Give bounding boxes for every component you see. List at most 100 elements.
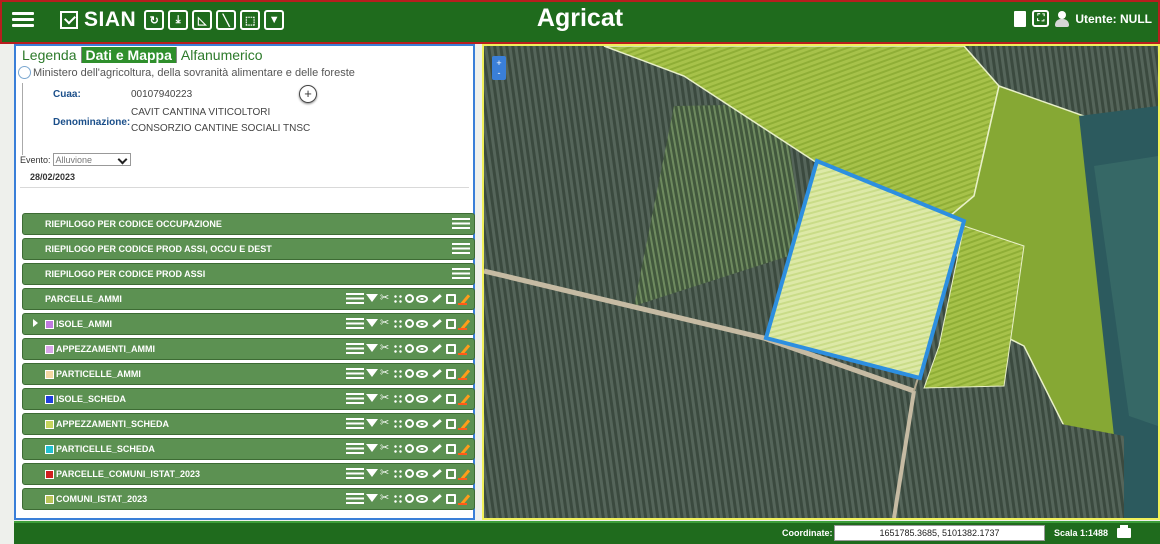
cut-icon[interactable]: ✂	[380, 317, 391, 330]
tab-legenda[interactable]: Legenda	[18, 47, 81, 63]
zoom-out-button[interactable]: -	[492, 68, 506, 78]
edit-icon[interactable]	[458, 493, 470, 505]
zoom-in-button[interactable]: +	[492, 58, 506, 68]
filter-icon[interactable]	[366, 368, 378, 377]
zoom-icon[interactable]	[405, 294, 414, 303]
visibility-icon[interactable]	[416, 419, 428, 428]
grid-icon[interactable]	[393, 443, 403, 454]
zoom-icon[interactable]	[405, 344, 414, 353]
grid-icon[interactable]	[393, 468, 403, 479]
cut-icon[interactable]: ✂	[380, 467, 391, 480]
zoom-icon[interactable]	[405, 419, 414, 428]
add-button[interactable]: +	[299, 85, 317, 103]
list-icon[interactable]	[452, 267, 470, 280]
triangle-tool-button[interactable]: ◺	[192, 10, 213, 30]
list-icon[interactable]	[346, 317, 364, 330]
layer-row[interactable]: ISOLE_SCHEDA ✂	[22, 388, 475, 410]
user-icon[interactable]	[1055, 10, 1070, 27]
edit-icon[interactable]	[458, 368, 470, 380]
edit-icon[interactable]	[458, 293, 470, 305]
grid-icon[interactable]	[393, 293, 403, 304]
zoom-icon[interactable]	[405, 369, 414, 378]
list-icon[interactable]	[452, 217, 470, 230]
list-icon[interactable]	[346, 417, 364, 430]
cut-icon[interactable]: ✂	[380, 492, 391, 505]
filter-icon[interactable]	[366, 293, 378, 302]
tab-alfanumerico[interactable]: Alfanumerico	[175, 47, 267, 63]
visibility-icon[interactable]	[416, 444, 428, 453]
cut-icon[interactable]: ✂	[380, 392, 391, 405]
note-icon[interactable]	[446, 393, 456, 404]
layer-row[interactable]: APPEZZAMENTI_SCHEDA ✂	[22, 413, 475, 435]
download-tool-button[interactable]: ⤓	[168, 10, 189, 30]
layer-row[interactable]: RIEPILOGO PER CODICE PROD ASSI	[22, 263, 475, 285]
list-icon[interactable]	[452, 242, 470, 255]
layer-row[interactable]: PARCELLE_COMUNI_ISTAT_2023 ✂	[22, 463, 475, 485]
visibility-icon[interactable]	[416, 494, 428, 503]
filter-icon[interactable]	[366, 418, 378, 427]
filter-icon[interactable]	[366, 468, 378, 477]
style-icon[interactable]	[432, 444, 442, 453]
zoom-control[interactable]: + -	[492, 56, 506, 80]
cut-icon[interactable]: ✂	[380, 342, 391, 355]
zoom-icon[interactable]	[405, 444, 414, 453]
layer-row[interactable]: PARCELLE_AMMI ✂	[22, 288, 475, 310]
line-tool-button[interactable]: ╲	[216, 10, 237, 30]
list-icon[interactable]	[346, 492, 364, 505]
cut-icon[interactable]: ✂	[380, 442, 391, 455]
style-icon[interactable]	[432, 344, 442, 353]
edit-icon[interactable]	[458, 393, 470, 405]
style-icon[interactable]	[432, 469, 442, 478]
filter-icon[interactable]	[366, 318, 378, 327]
map-view[interactable]: + -	[482, 44, 1160, 520]
grid-icon[interactable]	[393, 368, 403, 379]
edit-icon[interactable]	[458, 318, 470, 330]
select-tool-button[interactable]: ⬚	[240, 10, 261, 30]
visibility-icon[interactable]	[416, 369, 428, 378]
layer-row[interactable]: RIEPILOGO PER CODICE OCCUPAZIONE	[22, 213, 475, 235]
edit-icon[interactable]	[458, 468, 470, 480]
filter-icon[interactable]	[366, 443, 378, 452]
list-icon[interactable]	[346, 292, 364, 305]
trash-icon[interactable]	[1014, 10, 1027, 27]
note-icon[interactable]	[446, 318, 456, 329]
style-icon[interactable]	[432, 494, 442, 503]
visibility-icon[interactable]	[416, 394, 428, 403]
aerial-map[interactable]	[484, 46, 1158, 518]
cut-icon[interactable]: ✂	[380, 292, 391, 305]
filter-icon[interactable]	[366, 493, 378, 502]
edit-icon[interactable]	[458, 343, 470, 355]
note-icon[interactable]	[446, 293, 456, 304]
evento-select[interactable]: Alluvione	[52, 153, 131, 166]
note-icon[interactable]	[446, 418, 456, 429]
style-icon[interactable]	[432, 419, 442, 428]
note-icon[interactable]	[446, 368, 456, 379]
layer-row[interactable]: ISOLE_AMMI ✂	[22, 313, 475, 335]
visibility-icon[interactable]	[416, 469, 428, 478]
visibility-icon[interactable]	[416, 344, 428, 353]
visibility-icon[interactable]	[416, 319, 428, 328]
cut-icon[interactable]: ✂	[380, 367, 391, 380]
layer-row[interactable]: COMUNI_ISTAT_2023 ✂	[22, 488, 475, 510]
note-icon[interactable]	[446, 343, 456, 354]
style-icon[interactable]	[432, 294, 442, 303]
style-icon[interactable]	[432, 394, 442, 403]
fullscreen-icon[interactable]: ⛶	[1032, 10, 1050, 27]
tab-dati-e-mappa[interactable]: Dati e Mappa	[80, 47, 176, 63]
edit-icon[interactable]	[458, 443, 470, 455]
layer-row[interactable]: PARTICELLE_SCHEDA ✂	[22, 438, 475, 460]
layer-row[interactable]: PARTICELLE_AMMI ✂	[22, 363, 475, 385]
visibility-icon[interactable]	[416, 294, 428, 303]
note-icon[interactable]	[446, 468, 456, 479]
zoom-icon[interactable]	[405, 319, 414, 328]
note-icon[interactable]	[446, 443, 456, 454]
zoom-icon[interactable]	[405, 469, 414, 478]
grid-icon[interactable]	[393, 493, 403, 504]
list-icon[interactable]	[346, 342, 364, 355]
list-icon[interactable]	[346, 467, 364, 480]
print-icon[interactable]	[1117, 525, 1131, 538]
list-icon[interactable]	[346, 392, 364, 405]
zoom-icon[interactable]	[405, 494, 414, 503]
note-icon[interactable]	[446, 493, 456, 504]
grid-icon[interactable]	[393, 393, 403, 404]
